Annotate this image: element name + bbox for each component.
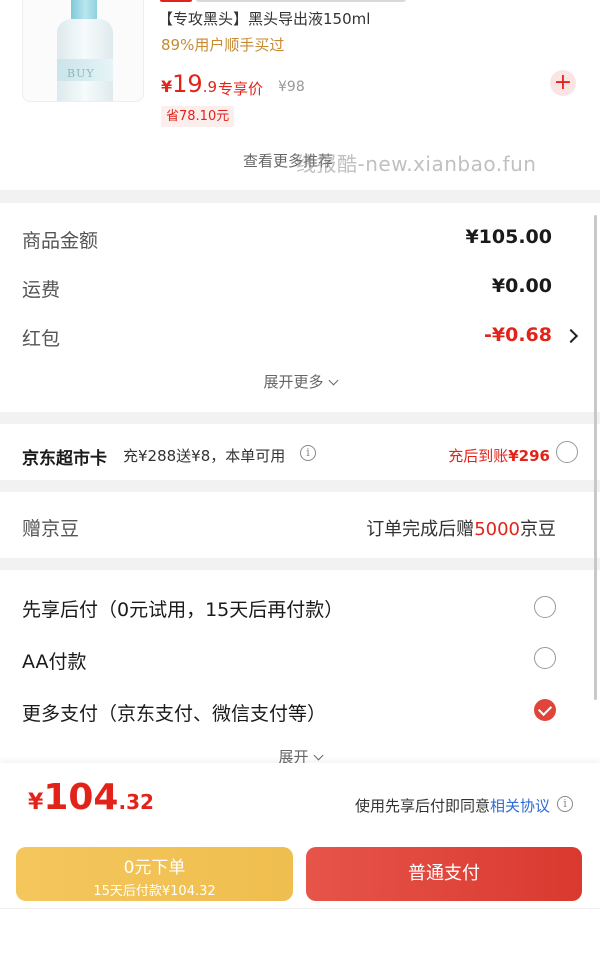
- normal-pay-button[interactable]: 普通支付: [306, 847, 582, 901]
- section-divider: [0, 190, 600, 203]
- product-thumbnail[interactable]: BUY: [22, 0, 144, 102]
- red-packet-value[interactable]: -¥0.68: [484, 324, 552, 346]
- agreement-text: 使用先享后付即同意相关协议: [355, 795, 550, 816]
- total-currency: ¥: [28, 790, 44, 815]
- price-summary: 商品金额 ¥105.00 运费 ¥0.00 红包 -¥0.68 展开更多: [0, 203, 600, 412]
- scrollbar[interactable]: [594, 215, 597, 700]
- pay-option-aa-label[interactable]: AA付款: [22, 647, 87, 674]
- payment-methods: 先享后付（0元试用，15天后再付款） AA付款 更多支付（京东支付、微信支付等）…: [0, 570, 600, 766]
- price-currency: ¥: [161, 77, 173, 96]
- supermarket-card-offer[interactable]: 京东超市卡 充¥288送¥8，本单可用 i 充后到账¥296: [0, 424, 600, 480]
- cut-off-title-tag: [160, 0, 192, 2]
- total-decimal: .32: [118, 790, 154, 814]
- chevron-right-icon[interactable]: [563, 328, 579, 344]
- pay-option-later-label[interactable]: 先享后付（0元试用，15天后再付款）: [22, 595, 343, 622]
- goods-amount-value: ¥105.00: [465, 226, 552, 248]
- price-integer: 19: [172, 70, 203, 98]
- zero-yuan-order-label: 0元下单: [123, 858, 186, 878]
- agreement-prefix: 使用先享后付即同意: [354, 797, 490, 815]
- exclusive-price-tag: 专享价: [218, 80, 264, 98]
- supermarket-card-credit: 充后到账¥296: [448, 445, 550, 466]
- product-name[interactable]: 【专攻黑头】黑头导出液150ml: [158, 8, 370, 29]
- add-to-order-button[interactable]: +: [550, 70, 576, 96]
- product-price: ¥19.9: [161, 70, 217, 98]
- savings-badge: 省78.10元: [161, 106, 235, 127]
- product-bought-hint: 89%用户顺手买过: [161, 36, 285, 54]
- red-packet-label[interactable]: 红包: [22, 324, 60, 351]
- pay-option-more-radio-checked-icon[interactable]: [534, 699, 556, 721]
- agreement-link[interactable]: 相关协议: [490, 797, 550, 815]
- pay-option-aa-radio[interactable]: [534, 647, 556, 669]
- credit-amount: ¥296: [508, 447, 550, 465]
- chevron-down-icon: [328, 375, 338, 386]
- order-total: ¥104.32: [28, 777, 154, 818]
- goods-amount-label: 商品金额: [22, 230, 99, 252]
- checkout-bar: ¥104.32 使用先享后付即同意相关协议 i 0元下单 15天后付款¥104.…: [0, 763, 600, 955]
- bottle-label-text: BUY: [67, 67, 95, 80]
- price-decimal: .9: [202, 78, 217, 96]
- expand-more-label: 展开更多: [263, 373, 324, 391]
- info-icon[interactable]: i: [300, 445, 316, 461]
- recommended-product-card[interactable]: BUY 【专攻黑头】黑头导出液150ml 89%用户顺手买过 ¥19.9 专享价…: [0, 0, 600, 190]
- supermarket-card-title: 京东超市卡: [22, 449, 107, 469]
- shipping-value: ¥0.00: [491, 275, 552, 297]
- total-integer: 104: [43, 777, 119, 818]
- original-price: ¥98: [278, 79, 305, 95]
- section-divider: [0, 480, 600, 492]
- zero-yuan-order-button[interactable]: 0元下单 15天后付款¥104.32: [16, 847, 293, 901]
- zero-yuan-order-sub: 15天后付款¥104.32: [93, 884, 216, 899]
- watermark-text: 线报酷-new.xianbao.fun: [296, 152, 537, 176]
- chevron-down-icon: [313, 750, 323, 761]
- beans-prefix: 订单完成后赠: [366, 519, 475, 540]
- pay-option-more-label[interactable]: 更多支付（京东支付、微信支付等）: [22, 699, 326, 726]
- pay-option-later-radio[interactable]: [534, 596, 556, 618]
- beans-suffix: 京豆: [520, 519, 556, 540]
- expand-more-toggle[interactable]: 展开更多: [0, 371, 600, 392]
- jd-beans-reward: 赠京豆 订单完成后赠5000京豆: [0, 492, 600, 558]
- beans-amount: 5000: [474, 519, 520, 540]
- credit-prefix: 充后到账: [448, 447, 509, 465]
- bottom-divider: [0, 908, 600, 909]
- beans-label: 赠京豆: [22, 518, 80, 540]
- section-divider: [0, 558, 600, 570]
- info-icon[interactable]: i: [557, 796, 573, 812]
- cut-off-title-text: [196, 0, 406, 2]
- shipping-label: 运费: [22, 279, 61, 301]
- beans-value: 订单完成后赠5000京豆: [366, 515, 556, 541]
- section-divider: [0, 412, 600, 424]
- supermarket-card-desc: 充¥288送¥8，本单可用: [123, 447, 286, 465]
- supermarket-card-radio[interactable]: [556, 441, 578, 463]
